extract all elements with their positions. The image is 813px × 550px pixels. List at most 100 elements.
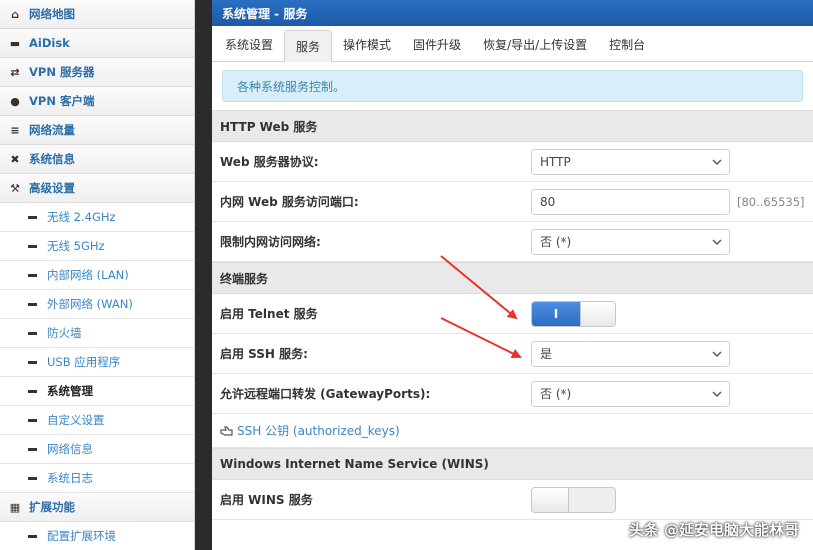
sidebar-sub-label: 内部网络 (LAN) [47, 268, 129, 282]
dash-icon [28, 215, 37, 219]
dash-icon [28, 273, 37, 277]
web-port-value: 80 [540, 194, 556, 209]
toggle-off-part [569, 487, 615, 512]
sidebar-sub-label: 无线 2.4GHz [47, 210, 116, 224]
wins-toggle[interactable] [531, 486, 616, 513]
restrict-lan-value: 否 (*) [540, 235, 572, 249]
sidebar-sub-lan[interactable]: 内部网络 (LAN) [0, 261, 194, 290]
gateway-ports-select[interactable]: 否 (*) [531, 380, 730, 407]
sidebar-gutter [195, 0, 212, 550]
row-ssh: 启用 SSH 服务: 是 [212, 334, 813, 374]
wins-label: 启用 WINS 服务 [220, 493, 313, 507]
ssh-label: 启用 SSH 服务: [220, 347, 308, 361]
dash-icon [28, 360, 37, 364]
sidebar-sub-label: USB 应用程序 [47, 355, 121, 369]
sidebar-sub-ext-env[interactable]: 配置扩展环境 [0, 522, 194, 550]
sidebar-item-vpn-server[interactable]: ⇄ VPN 服务器 [0, 58, 194, 87]
telnet-label: 启用 Telnet 服务 [220, 307, 318, 321]
shuffle-icon: ✖ [10, 152, 20, 166]
sidebar-item-extensions[interactable]: ▦ 扩展功能 [0, 493, 194, 522]
sidebar-sub-label: 外部网络 (WAN) [47, 297, 133, 311]
row-restrict-lan: 限制内网访问网络: 否 (*) [212, 222, 813, 262]
section-wins-title: Windows Internet Name Service (WINS) [212, 448, 813, 480]
sidebar-sub-wireless-24[interactable]: 无线 2.4GHz [0, 203, 194, 232]
dash-icon [28, 389, 37, 393]
wrench-icon: ⚒ [10, 181, 20, 195]
sidebar-sub-label: 系统日志 [47, 471, 93, 485]
web-protocol-label: Web 服务器协议: [220, 155, 319, 169]
page-title: 系统管理 - 服务 [212, 0, 813, 26]
section-http-title: HTTP Web 服务 [212, 110, 813, 142]
tab-services[interactable]: 服务 [284, 30, 333, 62]
sidebar-sub-wan[interactable]: 外部网络 (WAN) [0, 290, 194, 319]
sidebar-sub-firewall[interactable]: 防火墙 [0, 319, 194, 348]
sidebar-item-label: 网络流量 [29, 123, 75, 137]
sidebar-sub-usb[interactable]: USB 应用程序 [0, 348, 194, 377]
sidebar-sub-network-info[interactable]: 网络信息 [0, 435, 194, 464]
sidebar-sub-custom[interactable]: 自定义设置 [0, 406, 194, 435]
sidebar-sub-syslog[interactable]: 系统日志 [0, 464, 194, 493]
tab-firmware-upgrade[interactable]: 固件升级 [402, 29, 472, 61]
ssh-value: 是 [540, 347, 553, 361]
section-terminal-title: 终端服务 [212, 262, 813, 294]
sidebar-item-label: 高级设置 [29, 181, 75, 195]
tab-restore-settings[interactable]: 恢复/导出/上传设置 [472, 29, 598, 61]
sidebar-item-traffic[interactable]: ≡ 网络流量 [0, 116, 194, 145]
grid-icon: ▦ [9, 500, 21, 514]
vpn-server-icon: ⇄ [10, 65, 20, 79]
telnet-toggle[interactable]: I [531, 300, 616, 327]
sidebar-item-label: VPN 服务器 [29, 65, 95, 79]
tab-console[interactable]: 控制台 [598, 29, 656, 61]
sidebar-sub-label: 防火墙 [47, 326, 82, 340]
sidebar: ⌂ 网络地图 ▬ AiDisk ⇄ VPN 服务器 ● VPN 客户端 ≡ 网络… [0, 0, 195, 550]
dash-icon [28, 331, 37, 335]
sidebar-item-label: AiDisk [29, 36, 70, 50]
dash-icon [28, 244, 37, 248]
sidebar-item-label: 系统信息 [29, 152, 75, 166]
sidebar-sub-label: 无线 5GHz [47, 239, 105, 253]
home-icon: ⌂ [11, 7, 19, 21]
row-web-protocol: Web 服务器协议: HTTP [212, 142, 813, 182]
chevron-down-icon [712, 159, 722, 165]
ssh-keys-link[interactable]: SSH 公钥 (authorized_keys) [237, 422, 400, 439]
sidebar-item-network-map[interactable]: ⌂ 网络地图 [0, 0, 194, 29]
gateway-ports-label: 允许远程端口转发 (GatewayPorts): [220, 387, 431, 401]
main-panel: 系统管理 - 服务 系统设置 服务 操作模式 固件升级 恢复/导出/上传设置 控… [212, 0, 813, 550]
chevron-down-icon [712, 239, 722, 245]
sidebar-item-label: 扩展功能 [29, 500, 75, 514]
web-port-hint: [80..65535] [737, 194, 805, 209]
dash-icon [28, 302, 37, 306]
sidebar-item-label: 网络地图 [29, 7, 75, 21]
row-ssh-keys: SSH 公钥 (authorized_keys) [212, 414, 813, 448]
web-port-input[interactable]: 80 [531, 188, 730, 215]
web-protocol-select[interactable]: HTTP [531, 148, 730, 175]
sidebar-item-label: VPN 客户端 [29, 94, 95, 108]
ssh-select[interactable]: 是 [531, 340, 730, 367]
tab-bar: 系统设置 服务 操作模式 固件升级 恢复/导出/上传设置 控制台 [212, 26, 813, 62]
dash-icon [28, 418, 37, 422]
chevron-down-icon [712, 391, 722, 397]
sidebar-sub-label: 配置扩展环境 [47, 529, 116, 543]
disk-icon: ▬ [9, 36, 21, 50]
sidebar-sub-system-admin[interactable]: 系统管理 [0, 377, 194, 406]
gateway-ports-value: 否 (*) [540, 387, 572, 401]
restrict-lan-select[interactable]: 否 (*) [531, 228, 730, 255]
web-protocol-value: HTTP [540, 154, 571, 169]
sidebar-item-system-info[interactable]: ✖ 系统信息 [0, 145, 194, 174]
sidebar-item-vpn-client[interactable]: ● VPN 客户端 [0, 87, 194, 116]
dash-icon [28, 447, 37, 451]
watermark: 头条 @延安电脑大能林哥 [628, 521, 799, 539]
row-gateway-ports: 允许远程端口转发 (GatewayPorts): 否 (*) [212, 374, 813, 414]
row-web-port: 内网 Web 服务访问端口: 80 [80..65535] [212, 182, 813, 222]
toggle-knob [580, 301, 615, 326]
traffic-icon: ≡ [10, 123, 20, 137]
sidebar-sub-label: 系统管理 [47, 384, 93, 398]
dash-icon [28, 476, 37, 480]
sidebar-item-aidisk[interactable]: ▬ AiDisk [0, 29, 194, 58]
sidebar-item-advanced[interactable]: ⚒ 高级设置 [0, 174, 194, 203]
sidebar-sub-wireless-5[interactable]: 无线 5GHz [0, 232, 194, 261]
tab-system-settings[interactable]: 系统设置 [214, 29, 284, 61]
restrict-lan-label: 限制内网访问网络: [220, 235, 321, 249]
hand-pointer-icon [220, 425, 233, 436]
tab-operation-mode[interactable]: 操作模式 [332, 29, 402, 61]
